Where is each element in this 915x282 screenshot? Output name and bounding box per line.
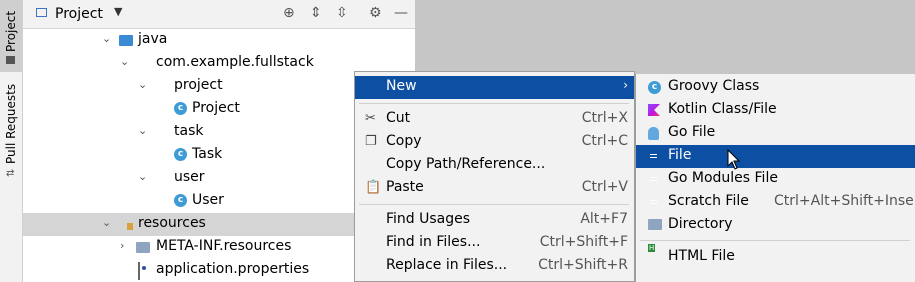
class-icon: c <box>174 148 187 161</box>
submenu-item-groovy-class[interactable]: c Groovy Class <box>636 76 915 99</box>
scissors-icon: ✂ <box>365 111 376 126</box>
chevron-down-icon[interactable]: ⌄ <box>120 55 129 68</box>
submenu-item-html-file[interactable]: HTML File <box>636 246 915 269</box>
menu-separator <box>359 204 629 205</box>
context-menu: New › ✂ Cut Ctrl+X ❐ Copy Ctrl+C Copy Pa… <box>354 71 635 282</box>
folder-icon <box>136 242 150 253</box>
tab-pull-requests[interactable]: Pull Requests ⇄ <box>0 80 22 180</box>
properties-file-icon <box>138 262 140 280</box>
tree-item-label: Project <box>192 100 240 116</box>
menu-item-label: New <box>386 78 417 94</box>
tab-pull-requests-label: Pull Requests <box>4 83 18 164</box>
expand-all-icon[interactable]: ⇕ <box>310 5 322 21</box>
locate-icon[interactable]: ⊕ <box>283 5 295 21</box>
chevron-down-icon[interactable]: ⌄ <box>138 124 147 137</box>
menu-separator <box>359 103 629 104</box>
tab-project-label: Project <box>4 10 18 52</box>
gear-icon[interactable]: ⚙ <box>369 5 382 21</box>
project-panel-header: Project ▼ ⊕ ⇕ ⇳ ⚙ — <box>23 0 415 29</box>
chevron-right-icon: › <box>623 78 628 92</box>
menu-item-cut[interactable]: ✂ Cut Ctrl+X <box>355 108 634 131</box>
submenu-item-file[interactable]: File <box>636 145 915 168</box>
tree-item-label: resources <box>138 215 206 231</box>
tree-item-label: META-INF.resources <box>156 238 292 254</box>
new-submenu: c Groovy Class Kotlin Class/File Go File… <box>635 74 915 282</box>
menu-item-shortcut: Ctrl+X <box>581 110 628 126</box>
menu-separator <box>640 240 910 241</box>
menu-item-replace-in-files[interactable]: Replace in Files... Ctrl+Shift+R <box>355 255 634 278</box>
menu-item-label: Cut <box>386 110 411 126</box>
menu-item-find-in-files[interactable]: Find in Files... Ctrl+Shift+F <box>355 232 634 255</box>
menu-item-find-usages[interactable]: Find Usages Alt+F7 <box>355 209 634 232</box>
menu-item-shortcut: Alt+F7 <box>580 211 628 227</box>
mouse-cursor-icon <box>727 149 741 170</box>
tree-item-label: application.properties <box>156 261 310 277</box>
submenu-item-label: Kotlin Class/File <box>668 101 777 117</box>
tree-item-java[interactable]: ⌄ java <box>23 29 415 52</box>
folder-icon <box>648 219 662 230</box>
submenu-item-scratch-file[interactable]: Scratch File Ctrl+Alt+Shift+Insert <box>636 191 915 214</box>
class-icon: c <box>174 194 187 207</box>
menu-item-label: Find in Files... <box>386 234 481 250</box>
menu-item-label: Find Usages <box>386 211 471 227</box>
menu-item-paste[interactable]: 📋 Paste Ctrl+V <box>355 177 634 200</box>
copy-icon: ❐ <box>365 134 377 149</box>
submenu-item-label: File <box>668 147 692 163</box>
tree-item-label: Task <box>192 146 223 162</box>
submenu-item-label: Go Modules File <box>668 170 778 186</box>
submenu-item-shortcut: Ctrl+Alt+Shift+Insert <box>774 193 915 209</box>
tree-item-label: project <box>174 77 223 93</box>
paste-icon: 📋 <box>365 180 382 195</box>
go-file-icon <box>648 127 659 140</box>
menu-item-shortcut: Ctrl+C <box>581 133 628 149</box>
menu-item-shortcut: Ctrl+V <box>581 179 628 195</box>
menu-item-label: Replace in Files... <box>386 257 508 273</box>
menu-item-shortcut: Ctrl+Shift+R <box>538 257 628 273</box>
submenu-item-go-file[interactable]: Go File <box>636 122 915 145</box>
submenu-item-kotlin[interactable]: Kotlin Class/File <box>636 99 915 122</box>
submenu-item-directory[interactable]: Directory <box>636 214 915 237</box>
class-icon: c <box>174 102 187 115</box>
project-view-icon <box>36 8 47 17</box>
menu-item-new[interactable]: New › <box>355 76 634 99</box>
tool-window-strip: Project Pull Requests ⇄ <box>0 0 23 282</box>
chevron-down-icon[interactable]: ⌄ <box>102 32 111 45</box>
collapse-all-icon[interactable]: ⇳ <box>336 5 348 21</box>
source-folder-icon <box>119 35 133 46</box>
pull-request-icon: ⇄ <box>6 168 15 179</box>
tree-item-label: java <box>138 31 168 47</box>
submenu-item-label: Directory <box>668 216 733 232</box>
submenu-item-label: HTML File <box>668 248 735 264</box>
submenu-item-go-modules[interactable]: Go Modules File <box>636 168 915 191</box>
tab-project[interactable]: Project <box>0 0 22 72</box>
chevron-down-icon[interactable]: ⌄ <box>102 216 111 229</box>
menu-item-label: Copy <box>386 133 422 149</box>
project-tab-icon <box>6 56 15 64</box>
menu-item-label: Copy Path/Reference... <box>386 156 546 172</box>
menu-item-label: Paste <box>386 179 424 195</box>
submenu-item-label: Scratch File <box>668 193 749 209</box>
submenu-item-label: Go File <box>668 124 716 140</box>
minimize-icon[interactable]: — <box>394 5 408 21</box>
submenu-item-label: Groovy Class <box>668 78 760 94</box>
chevron-down-icon[interactable]: ▼ <box>114 5 122 18</box>
menu-item-shortcut: Ctrl+Shift+F <box>539 234 628 250</box>
tree-item-label: user <box>174 169 205 185</box>
chevron-down-icon[interactable]: ⌄ <box>138 78 147 91</box>
tree-item-label: User <box>192 192 224 208</box>
tree-item-label: com.example.fullstack <box>156 54 314 70</box>
menu-item-copy-path[interactable]: Copy Path/Reference... <box>355 154 634 177</box>
tree-item-label: task <box>174 123 204 139</box>
menu-item-copy[interactable]: ❐ Copy Ctrl+C <box>355 131 634 154</box>
project-view-selector[interactable]: Project <box>55 6 103 22</box>
groovy-class-icon: c <box>648 81 661 94</box>
chevron-down-icon[interactable]: ⌄ <box>138 170 147 183</box>
kotlin-icon <box>648 104 660 116</box>
chevron-right-icon[interactable]: › <box>120 239 124 252</box>
